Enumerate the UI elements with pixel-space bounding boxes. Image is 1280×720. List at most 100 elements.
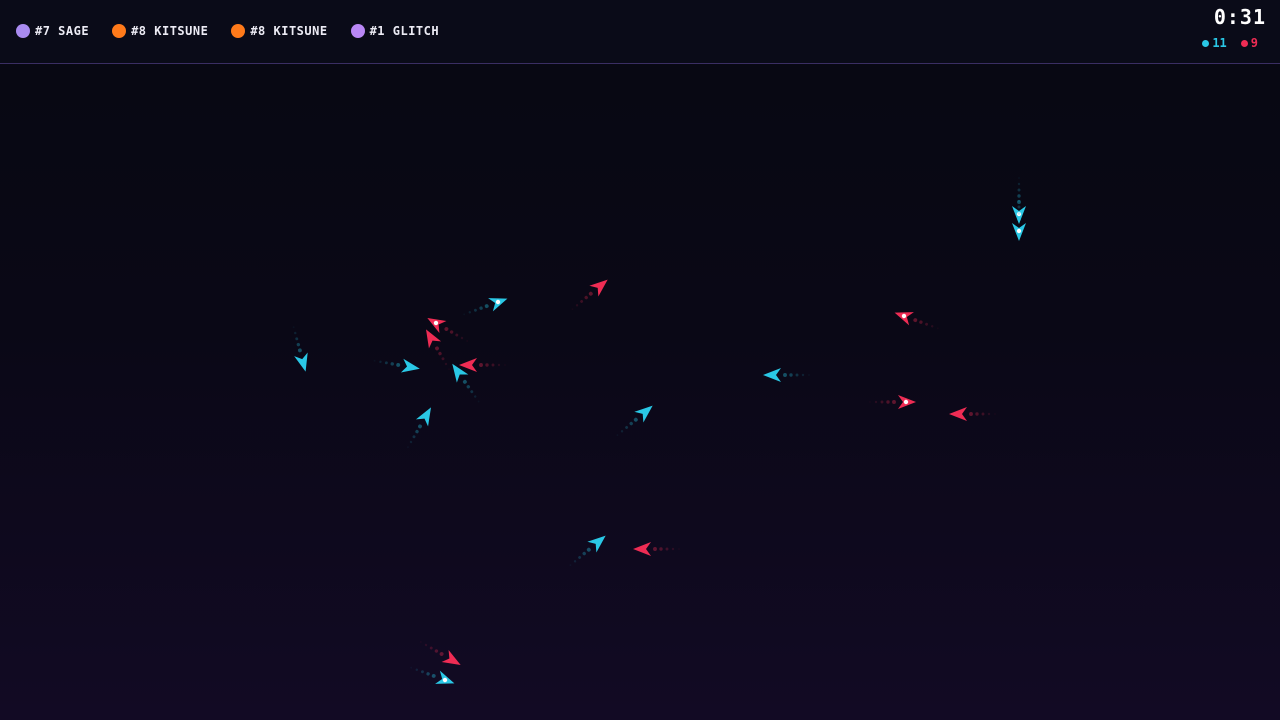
ship-trail-particle — [987, 412, 991, 416]
ship-trail-particle — [569, 564, 572, 567]
ship-trail-particle — [588, 291, 593, 296]
ship-trail-particle — [491, 363, 495, 367]
cyan-ship — [410, 666, 455, 684]
ship-trail-particle — [808, 374, 810, 376]
ship-trail-particle — [575, 304, 579, 307]
ship-trail-particle — [573, 560, 577, 563]
cyan-ship — [292, 326, 308, 372]
ship-body — [587, 535, 606, 553]
ship-trail-particle — [426, 672, 430, 676]
ship-trail-particle — [444, 327, 449, 331]
player-1-color-dot — [16, 24, 30, 38]
ship-trail-particle — [415, 429, 419, 434]
ship-trail-particle — [789, 373, 793, 377]
ship-trail-particle — [435, 346, 439, 351]
cyan-team-count: 11 — [1212, 36, 1227, 50]
ship-trail-particle — [629, 421, 633, 426]
ship-trail-particle — [294, 331, 297, 335]
red-ship — [894, 312, 939, 330]
ship-trail-particle — [659, 547, 663, 551]
ship-trail-particle — [474, 395, 477, 398]
match-timer: 0:31 — [1213, 5, 1266, 29]
ship-trail-particle — [455, 333, 459, 337]
red-ship — [419, 641, 461, 665]
hud-bar: #7 SAGE #8 KITSUNE #8 KITSUNE #1 GLITCH … — [0, 0, 1280, 64]
player-2-color-dot — [112, 24, 127, 38]
ship-body — [634, 405, 653, 423]
cyan-team-icon — [1202, 39, 1210, 47]
red-team-icon — [1240, 39, 1248, 47]
player-entry-3: #8 KITSUNE — [231, 24, 327, 38]
ship-trail-particle — [580, 299, 584, 303]
ship-trail-particle — [795, 373, 799, 377]
ship-trail-particle — [1017, 199, 1021, 203]
ship-trail-particle — [390, 362, 394, 366]
ship-trail-particle — [919, 320, 923, 324]
ship-trail-particle — [653, 547, 657, 551]
ship-trail-particle — [373, 359, 376, 362]
ship-trail-particle — [470, 390, 474, 394]
ship-trail-particle — [584, 295, 588, 300]
ship-trail-particle — [874, 400, 878, 404]
ship-body — [459, 358, 477, 372]
player-4-label: #1 GLITCH — [369, 24, 440, 38]
ship-trail-particle — [479, 306, 483, 310]
ship-trail-particle — [410, 666, 413, 669]
ship-body — [633, 542, 651, 556]
cyan-ship — [373, 358, 420, 373]
ship-trail-particle — [578, 555, 582, 559]
ship-trail-particle — [994, 413, 996, 415]
ship-trail-particle — [424, 643, 428, 647]
ship-trail-particle — [438, 351, 442, 356]
red-team-score: 9 — [1240, 36, 1258, 50]
cyan-ship — [407, 407, 431, 449]
ship-trail-particle — [419, 641, 422, 643]
ship-trail-particle — [678, 548, 680, 550]
ship-trail-particle — [975, 412, 979, 416]
ship-trail-particle — [1018, 177, 1020, 179]
ship-trail-particle — [473, 308, 477, 312]
ship-trail-particle — [418, 424, 422, 429]
ship-trail-particle — [969, 412, 973, 416]
player-entry-2: #8 KITSUNE — [112, 24, 208, 38]
ship-trail-particle — [886, 400, 890, 404]
ship-trail-particle — [485, 363, 489, 367]
ship-trail-particle — [869, 401, 871, 403]
red-ship — [633, 542, 680, 556]
ship-trail-particle — [665, 547, 669, 551]
player-entry-4: #1 GLITCH — [350, 24, 440, 38]
ship-body — [763, 368, 781, 382]
ship-trail-particle — [1017, 211, 1021, 215]
ship-trail-particle — [1017, 188, 1021, 192]
ship-body — [949, 407, 967, 421]
ship-trail-particle — [571, 308, 574, 311]
red-team-count: 9 — [1250, 36, 1258, 50]
ship-trail-particle — [477, 400, 480, 403]
ship-trail-particle — [1017, 217, 1021, 221]
ship-body — [294, 352, 308, 372]
ship-trail-particle — [981, 412, 985, 416]
ship-trail-particle — [295, 337, 299, 341]
ship-trail-particle — [448, 368, 450, 371]
ship-trail-particle — [504, 364, 506, 366]
ship-trail-particle — [407, 446, 409, 449]
ship-trail-particle — [484, 304, 489, 309]
team-scores: 11 9 — [1202, 36, 1258, 50]
ship-trail-particle — [297, 348, 302, 353]
ship-trail-particle — [420, 670, 424, 674]
ship-trail-particle — [466, 340, 469, 342]
cyan-ship — [463, 298, 508, 316]
ship-trail-particle — [466, 385, 471, 389]
ship-trail-particle — [1018, 194, 1020, 196]
red-ship — [869, 395, 916, 409]
player-1-label: #7 SAGE — [35, 24, 90, 38]
ship-trail-particle — [449, 330, 454, 334]
ship-trail-particle — [468, 311, 472, 314]
ship-core — [903, 399, 909, 405]
ship-trail-particle — [412, 435, 416, 439]
ship-trail-particle — [479, 363, 483, 367]
ship-trail-particle — [415, 668, 419, 671]
ship-trail-particle — [616, 434, 619, 437]
ship-trail-particle — [463, 313, 466, 316]
player-2-label: #8 KITSUNE — [131, 24, 209, 38]
